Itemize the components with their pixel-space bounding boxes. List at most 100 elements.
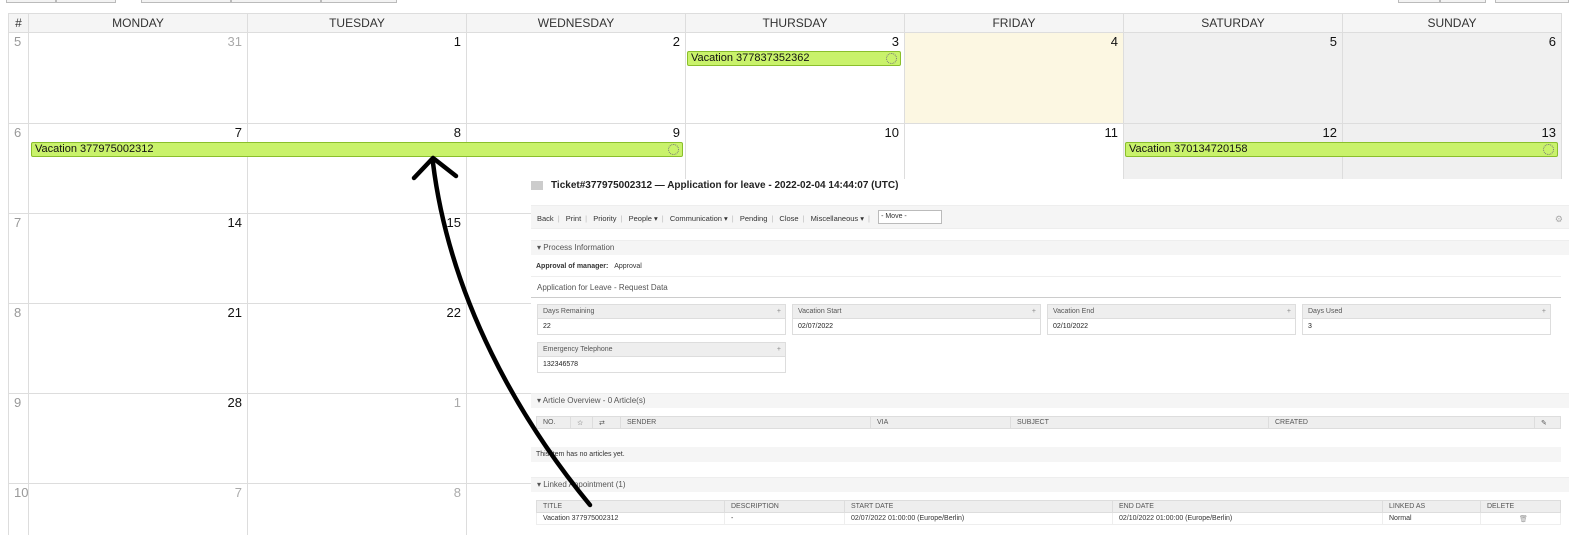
col-title: TITLE bbox=[536, 500, 725, 513]
approval-row: Approval of manager: Approval bbox=[536, 263, 642, 270]
day-cell[interactable]: 14 bbox=[28, 213, 248, 304]
day-cell[interactable]: 15 bbox=[247, 213, 467, 304]
col-no[interactable]: NO. bbox=[536, 416, 571, 429]
trash-icon[interactable]: 🗑 bbox=[1480, 512, 1561, 525]
day-cell-today[interactable]: 4 bbox=[904, 32, 1124, 124]
view-button[interactable] bbox=[6, 0, 56, 3]
expand-icon[interactable]: + bbox=[1287, 305, 1291, 319]
day-header-wednesday: WEDNESDAY bbox=[466, 13, 686, 33]
priority-link[interactable]: Priority bbox=[593, 214, 616, 223]
days-remaining-field: Days Remaining + 22 bbox=[537, 304, 786, 335]
move-select[interactable]: - Move - bbox=[878, 210, 943, 225]
week-number: 5 bbox=[8, 32, 29, 124]
day-header-sunday: SUNDAY bbox=[1342, 13, 1562, 33]
day-cell[interactable]: 31 bbox=[28, 32, 248, 124]
week-number: 8 bbox=[8, 303, 29, 394]
col-sender[interactable]: SENDER bbox=[620, 416, 871, 429]
calendar-event[interactable]: Vacation 377837352362 bbox=[687, 51, 901, 66]
appointment-description: - bbox=[724, 512, 845, 525]
emergency-telephone-field: Emergency Telephone + 132346578 bbox=[537, 342, 786, 373]
loading-icon bbox=[668, 144, 679, 155]
communication-menu[interactable]: Communication ▾ bbox=[670, 214, 728, 223]
process-info-header[interactable]: ▾ Process Information bbox=[531, 240, 1569, 255]
day-header-friday: FRIDAY bbox=[904, 13, 1124, 33]
event-title: Vacation 377837352362 bbox=[691, 52, 810, 64]
edit-icon[interactable]: ✎ bbox=[1534, 416, 1561, 429]
day-cell-weekend[interactable]: 5 bbox=[1123, 32, 1343, 124]
ticket-toolbar: Back | Print | Priority | People ▾ | Communi… bbox=[531, 205, 1569, 229]
day-cell[interactable]: 7 bbox=[28, 123, 248, 214]
misc-menu[interactable]: Miscellaneous ▾ bbox=[811, 214, 864, 223]
calendar-event[interactable]: Vacation 370134720158 bbox=[1125, 142, 1558, 157]
day-cell[interactable]: 2 bbox=[466, 32, 686, 124]
linked-appointment-header[interactable]: ▾ Linked Appointment (1) bbox=[531, 477, 1569, 492]
day-header-thursday: THURSDAY bbox=[685, 13, 905, 33]
week-number: 10 bbox=[8, 483, 29, 535]
week-number-header: # bbox=[8, 13, 29, 33]
request-data-title: Application for Leave - Request Data bbox=[531, 276, 1561, 298]
week-number: 6 bbox=[8, 123, 29, 214]
col-created[interactable]: CREATED bbox=[1268, 416, 1535, 429]
appointment-link[interactable]: Vacation 377975002312 bbox=[536, 512, 725, 525]
week-row: 5 31 1 2 3 4 5 6 bbox=[8, 32, 1562, 124]
day-cell[interactable]: 28 bbox=[28, 393, 248, 484]
field-label: Days Remaining bbox=[543, 308, 595, 315]
loading-icon bbox=[1543, 144, 1554, 155]
approval-value: Approval bbox=[614, 263, 642, 270]
field-value: 3 bbox=[1308, 323, 1312, 330]
expand-icon[interactable]: + bbox=[777, 305, 781, 319]
col-start-date: START DATE bbox=[844, 500, 1113, 513]
nav-button[interactable] bbox=[141, 0, 231, 3]
nav-button[interactable] bbox=[321, 0, 397, 3]
people-menu[interactable]: People ▾ bbox=[629, 214, 658, 223]
article-table-header: NO. ☆ ⇄ SENDER VIA SUBJECT CREATED ✎ bbox=[536, 416, 1561, 429]
expand-icon[interactable]: + bbox=[777, 343, 781, 357]
nav-button[interactable] bbox=[231, 0, 321, 3]
article-overview-header[interactable]: ▾ Article Overview - 0 Article(s) bbox=[531, 393, 1569, 408]
day-cell[interactable]: 22 bbox=[247, 303, 467, 394]
gear-icon[interactable]: ⚙ bbox=[1555, 214, 1563, 225]
field-value: 02/10/2022 bbox=[1053, 323, 1089, 330]
calendar-header-row: # MONDAY TUESDAY WEDNESDAY THURSDAY FRID… bbox=[8, 13, 1562, 33]
screen: # MONDAY TUESDAY WEDNESDAY THURSDAY FRID… bbox=[0, 0, 1569, 535]
vacation-start-field: Vacation Start + 02/07/2022 bbox=[792, 304, 1041, 335]
field-label: Vacation Start bbox=[798, 308, 842, 315]
ticket-title-text: Ticket#377975002312 — Application for le… bbox=[551, 180, 899, 191]
print-link[interactable]: Print bbox=[566, 214, 581, 223]
day-cell[interactable]: 8 bbox=[247, 483, 467, 535]
pending-link[interactable]: Pending bbox=[740, 214, 768, 223]
tool-button[interactable] bbox=[1440, 0, 1486, 3]
day-cell-weekend[interactable]: 6 bbox=[1342, 32, 1562, 124]
day-cell[interactable]: 7 bbox=[28, 483, 248, 535]
col-via[interactable]: VIA bbox=[870, 416, 1011, 429]
close-link[interactable]: Close bbox=[779, 214, 798, 223]
day-cell[interactable]: 21 bbox=[28, 303, 248, 394]
approval-label: Approval of manager: bbox=[536, 263, 609, 270]
ticket-icon bbox=[531, 180, 543, 190]
back-link[interactable]: Back bbox=[537, 214, 554, 223]
field-value: 22 bbox=[543, 323, 551, 330]
day-cell[interactable]: 8 bbox=[247, 123, 467, 214]
appointment-linked-as: Normal bbox=[1382, 512, 1481, 525]
field-value: 02/07/2022 bbox=[798, 323, 834, 330]
view-button[interactable] bbox=[56, 0, 116, 3]
direction-icon[interactable]: ⇄ bbox=[592, 416, 621, 429]
week-number: 9 bbox=[8, 393, 29, 484]
calendar-event[interactable]: Vacation 377975002312 bbox=[31, 142, 683, 157]
star-icon[interactable]: ☆ bbox=[570, 416, 593, 429]
col-description: DESCRIPTION bbox=[724, 500, 845, 513]
no-articles-message: This item has no articles yet. bbox=[531, 447, 1561, 462]
loading-icon bbox=[886, 53, 897, 64]
tool-button[interactable] bbox=[1495, 0, 1569, 3]
tool-button[interactable] bbox=[1398, 0, 1440, 3]
linked-table-header: TITLE DESCRIPTION START DATE END DATE LI… bbox=[536, 500, 1561, 513]
day-cell[interactable]: 1 bbox=[247, 32, 467, 124]
expand-icon[interactable]: + bbox=[1032, 305, 1036, 319]
day-cell[interactable]: 1 bbox=[247, 393, 467, 484]
field-label: Emergency Telephone bbox=[543, 346, 613, 353]
day-cell[interactable]: 3 bbox=[685, 32, 905, 124]
expand-icon[interactable]: + bbox=[1542, 305, 1546, 319]
col-subject[interactable]: SUBJECT bbox=[1010, 416, 1269, 429]
col-linked-as: LINKED AS bbox=[1382, 500, 1481, 513]
col-end-date: END DATE bbox=[1112, 500, 1383, 513]
